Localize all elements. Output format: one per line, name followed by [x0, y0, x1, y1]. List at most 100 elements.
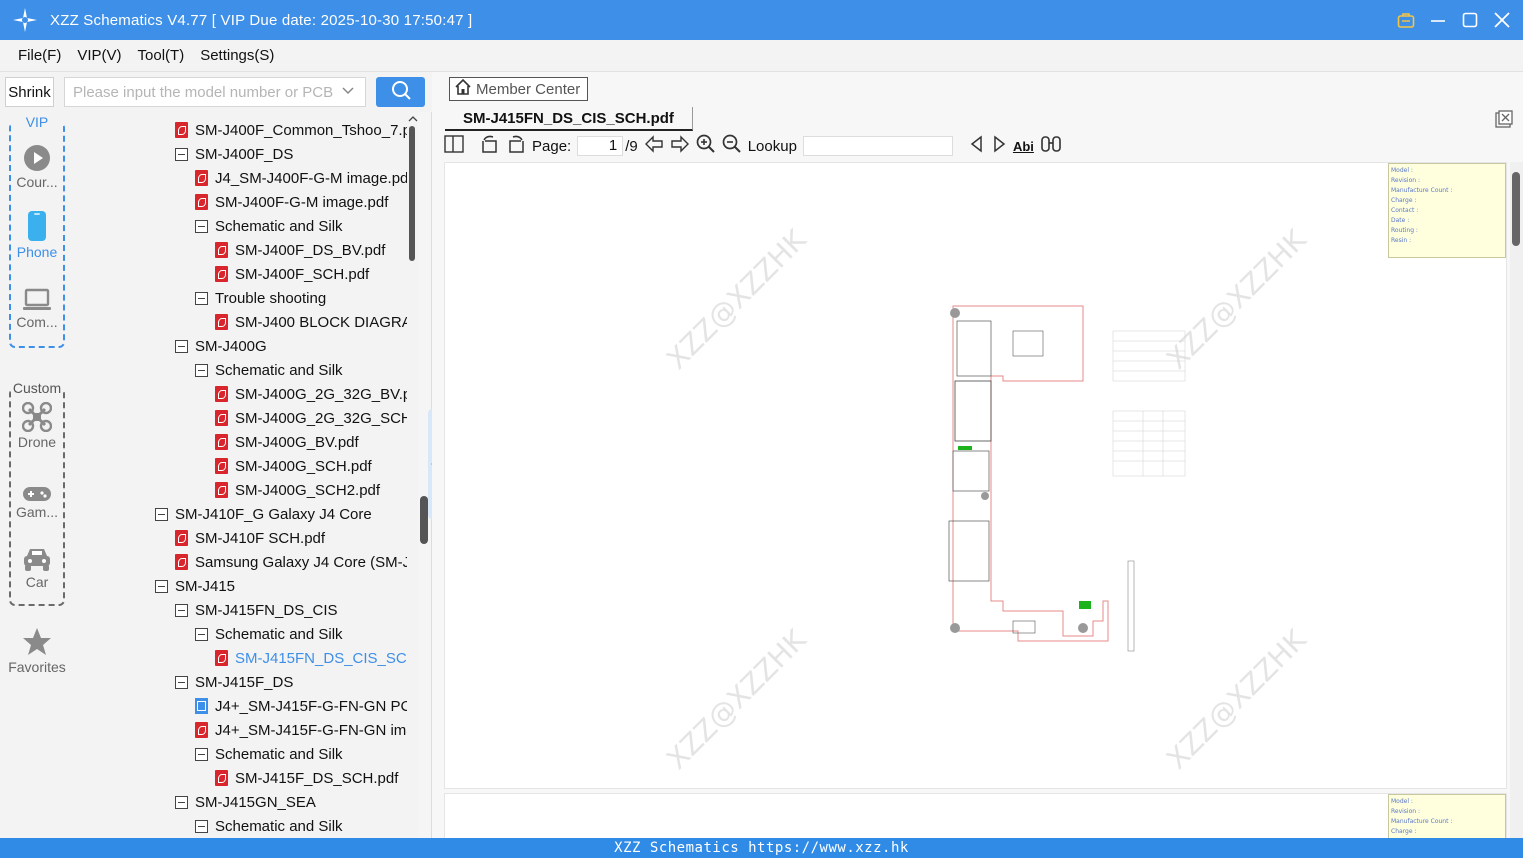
tree-file[interactable]: Samsung Galaxy J4 Core (SM-J410 — [175, 550, 418, 574]
tree-file[interactable]: SM-J400G_2G_32G_BV.pdf — [215, 382, 418, 406]
prev-page-icon[interactable] — [644, 135, 664, 157]
tree-file[interactable]: SM-J400G_2G_32G_SCH.pdf — [215, 406, 418, 430]
collapse-toggle-icon[interactable] — [155, 507, 168, 521]
rotate-left-icon[interactable] — [480, 134, 500, 158]
tree-file[interactable]: SM-J415F_DS_SCH.pdf — [215, 766, 398, 790]
vip-bag-icon[interactable] — [1395, 9, 1417, 31]
pdf-scrollbar[interactable] — [1510, 162, 1523, 838]
collapse-toggle-icon[interactable] — [195, 219, 208, 233]
tree-item-label: Trouble shooting — [215, 289, 327, 307]
pdf-page[interactable]: XZZ@XZZHK XZZ@XZZHK XZZ@XZZHK XZZ@XZZHK … — [444, 162, 1507, 789]
tree-file[interactable]: SM-J400G_SCH2.pdf — [215, 478, 380, 502]
tree-scrollbar[interactable] — [407, 112, 418, 838]
tree-item-label: Schematic and Silk — [215, 217, 343, 235]
tree-file[interactable]: SM-J400F_SCH.pdf — [215, 262, 369, 286]
pcb-file-icon — [195, 698, 208, 714]
collapse-toggle-icon[interactable] — [175, 675, 188, 689]
collapse-toggle-icon[interactable] — [195, 291, 208, 305]
maximize-icon[interactable] — [1459, 9, 1481, 31]
tree-folder[interactable]: Schematic and Silk — [195, 358, 343, 382]
find-all-icon[interactable] — [1040, 135, 1062, 157]
tree-folder[interactable]: SM-J415 — [155, 574, 235, 598]
tree-folder[interactable]: SM-J415FN_DS_CIS — [175, 598, 338, 622]
pdf-file-icon — [215, 314, 228, 330]
tree-folder[interactable]: SM-J400G — [175, 334, 267, 358]
splitter-scroll-thumb[interactable] — [420, 496, 428, 544]
next-page-icon[interactable] — [670, 135, 690, 157]
tree-folder[interactable]: Schematic and Silk — [195, 622, 343, 646]
zoom-out-icon[interactable] — [722, 134, 742, 158]
collapse-toggle-icon[interactable] — [195, 363, 208, 377]
sidebar-toggle-icon[interactable] — [444, 135, 464, 157]
tree-folder[interactable]: SM-J410F_G Galaxy J4 Core — [155, 502, 372, 526]
home-icon — [454, 78, 472, 100]
collapse-toggle-icon[interactable] — [195, 819, 208, 833]
close-icon[interactable] — [1491, 9, 1513, 31]
tree-folder[interactable]: SM-J400F_DS — [175, 142, 293, 166]
nav-phone[interactable]: Phone — [0, 210, 74, 260]
find-next-icon[interactable] — [991, 135, 1007, 157]
tree-file[interactable]: SM-J415FN_DS_CIS_SCH.pdf — [215, 646, 418, 670]
tree-file[interactable]: SM-J400G_BV.pdf — [215, 430, 359, 454]
chevron-down-icon[interactable] — [341, 84, 355, 102]
match-case-icon[interactable]: Abi — [1013, 139, 1034, 154]
tree-item-label: J4+_SM-J415F-G-FN-GN image.pdf — [215, 721, 418, 739]
tree-file[interactable]: SM-J400G_SCH.pdf — [215, 454, 372, 478]
nav-computer[interactable]: Com... — [0, 280, 74, 330]
find-prev-icon[interactable] — [969, 135, 985, 157]
tree-folder[interactable]: Schematic and Silk — [195, 742, 343, 766]
menu-tool[interactable]: Tool(T) — [138, 47, 185, 64]
collapse-toggle-icon[interactable] — [195, 747, 208, 761]
nav-favorites[interactable]: Favorites — [0, 625, 74, 675]
search-input[interactable] — [73, 83, 333, 101]
close-tabs-icon[interactable] — [1495, 110, 1513, 133]
tree-scroll-thumb[interactable] — [409, 126, 415, 261]
pdf-page-2[interactable]: Model : Revision : Manufacture Count : C… — [444, 793, 1507, 844]
shrink-button[interactable]: Shrink — [5, 77, 54, 107]
nav-courses[interactable]: Cour... — [0, 140, 74, 190]
pdf-scroll-thumb[interactable] — [1512, 172, 1520, 246]
collapse-toggle-icon[interactable] — [175, 339, 188, 353]
pdf-file-icon — [215, 458, 228, 474]
drone-icon — [0, 400, 74, 432]
member-center-button[interactable]: Member Center — [449, 77, 588, 101]
tree-file[interactable]: J4+_SM-J415F-G-FN-GN PCB — [195, 694, 418, 718]
app-logo-icon — [0, 0, 50, 40]
tree-folder[interactable]: Schematic and Silk — [195, 214, 343, 238]
nav-drone[interactable]: Drone — [0, 400, 74, 450]
tree-file[interactable]: SM-J410F SCH.pdf — [175, 526, 325, 550]
tree-folder[interactable]: SM-J415GN_SEA — [175, 790, 316, 814]
search-button[interactable] — [376, 77, 425, 107]
status-bar: XZZ Schematics https://www.xzz.hk — [0, 838, 1523, 858]
search-combobox[interactable] — [64, 77, 366, 107]
tree-file[interactable]: J4_SM-J400F-G-M image.pdf — [195, 166, 413, 190]
minimize-icon[interactable] — [1427, 9, 1449, 31]
collapse-toggle-icon[interactable] — [175, 603, 188, 617]
tree-folder[interactable]: SM-J415F_DS — [175, 670, 293, 694]
tree-item-label: SM-J400G_2G_32G_BV.pdf — [235, 385, 418, 403]
collapse-toggle-icon[interactable] — [175, 147, 188, 161]
tree-item-label: SM-J400G_BV.pdf — [235, 433, 359, 451]
collapse-toggle-icon[interactable] — [155, 579, 168, 593]
tree-file[interactable]: J4+_SM-J415F-G-FN-GN image.pdf — [195, 718, 418, 742]
tab-document[interactable]: SM-J415FN_DS_CIS_SCH.pdf — [445, 107, 693, 131]
rotate-right-icon[interactable] — [506, 134, 526, 158]
lookup-input[interactable] — [802, 136, 953, 156]
nav-car[interactable]: Car — [0, 540, 74, 590]
tree-file[interactable]: SM-J400F-G-M image.pdf — [195, 190, 388, 214]
collapse-toggle-icon[interactable] — [195, 627, 208, 641]
panel-splitter[interactable] — [418, 112, 440, 838]
collapse-toggle-icon[interactable] — [175, 795, 188, 809]
menu-vip[interactable]: VIP(V) — [77, 47, 121, 64]
tree-item-label: SM-J400 BLOCK DIAGRAM — [235, 313, 418, 331]
tree-folder[interactable]: Schematic and Silk — [195, 814, 343, 838]
page-number-input[interactable]: 1 — [577, 136, 624, 156]
menu-settings[interactable]: Settings(S) — [200, 47, 274, 64]
nav-game[interactable]: Gam... — [0, 470, 74, 520]
tree-folder[interactable]: Trouble shooting — [195, 286, 326, 310]
zoom-in-icon[interactable] — [696, 134, 716, 158]
menu-file[interactable]: File(F) — [18, 47, 61, 64]
tree-file[interactable]: SM-J400F_DS_BV.pdf — [215, 238, 385, 262]
tree-file[interactable]: SM-J400 BLOCK DIAGRAM — [215, 310, 418, 334]
tree-file[interactable]: SM-J400F_Common_Tshoo_7.pdf — [175, 118, 418, 142]
